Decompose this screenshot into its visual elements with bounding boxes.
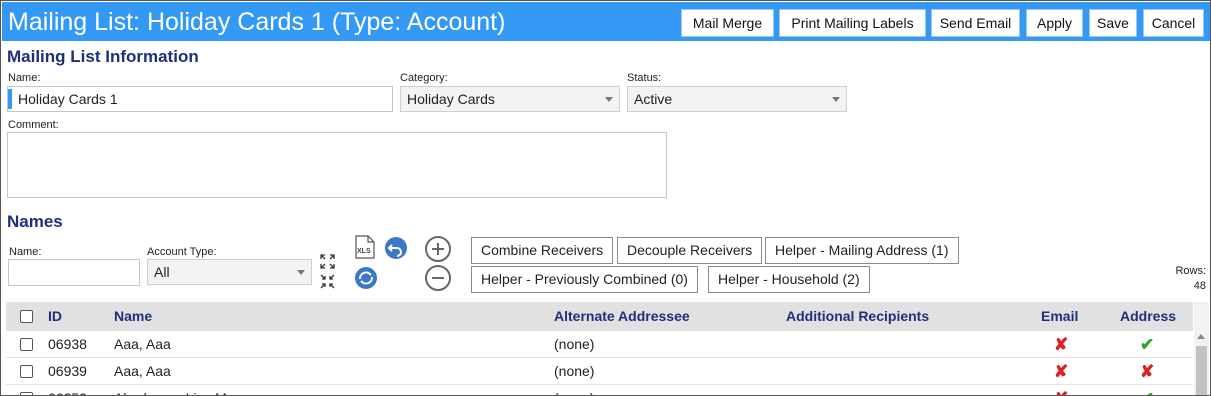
- names-heading: Names: [7, 212, 63, 231]
- mail-merge-button[interactable]: Mail Merge: [681, 9, 774, 37]
- row-checkbox[interactable]: [20, 365, 33, 378]
- column-header-name[interactable]: Name: [114, 302, 152, 331]
- table-row[interactable]: 06252 Abrahams, Lisa Mary (none) ✘ ✔: [6, 385, 1193, 395]
- row-id: 06938: [48, 336, 87, 352]
- column-header-additional-recipients[interactable]: Additional Recipients: [786, 302, 929, 331]
- cancel-button[interactable]: Cancel: [1143, 9, 1204, 37]
- expand-icon[interactable]: [320, 254, 335, 272]
- column-header-id[interactable]: ID: [48, 302, 62, 331]
- rows-label: Rows:: [1175, 265, 1206, 277]
- name-field-value: Holiday Cards 1: [18, 91, 118, 107]
- grid-header: ID Name Alternate Addressee Additional R…: [6, 302, 1193, 331]
- category-label: Category:: [400, 72, 448, 84]
- row-checkbox[interactable]: [20, 392, 33, 395]
- account-type-value: All: [154, 264, 170, 280]
- column-header-alternate-addressee[interactable]: Alternate Addressee: [554, 302, 690, 331]
- chevron-down-icon: [297, 270, 305, 275]
- refresh-icon[interactable]: [354, 266, 378, 293]
- rows-counter: Rows: 48: [1175, 264, 1206, 294]
- chevron-down-icon: [832, 97, 840, 102]
- title-bar: Mailing List: Holiday Cards 1 (Type: Acc…: [2, 2, 1210, 41]
- status-value: Active: [634, 91, 673, 107]
- helper-mailing-address-button[interactable]: Helper - Mailing Address (1): [765, 237, 959, 264]
- save-button[interactable]: Save: [1089, 9, 1137, 37]
- address-ok-icon: ✔: [1140, 335, 1155, 354]
- row-name: Abrahams, Lisa Mary: [114, 385, 246, 395]
- remove-circle-icon[interactable]: [424, 264, 452, 295]
- account-type-label: Account Type:: [147, 246, 217, 258]
- name-label: Name:: [8, 72, 41, 84]
- rows-count: 48: [1193, 280, 1206, 292]
- row-name: Aaa, Aaa: [114, 336, 171, 352]
- address-ok-icon: ✔: [1140, 385, 1154, 395]
- row-alternate: (none): [554, 385, 594, 395]
- row-alternate: (none): [554, 336, 595, 352]
- send-email-button[interactable]: Send Email: [931, 9, 1020, 37]
- category-select[interactable]: Holiday Cards: [400, 86, 620, 112]
- comment-textarea[interactable]: [7, 132, 667, 198]
- info-heading: Mailing List Information: [7, 47, 199, 66]
- row-id: 06939: [48, 363, 87, 379]
- comment-label: Comment:: [8, 119, 59, 131]
- row-alternate: (none): [554, 363, 595, 379]
- table-row[interactable]: 06938 Aaa, Aaa (none) ✘ ✔: [6, 331, 1193, 358]
- mailing-list-window: Mailing List: Holiday Cards 1 (Type: Acc…: [0, 0, 1211, 396]
- address-missing-icon: ✘: [1140, 362, 1155, 381]
- row-id: 06252: [48, 385, 87, 395]
- row-name: Aaa, Aaa: [114, 363, 171, 379]
- scroll-up-icon[interactable]: [1197, 334, 1205, 339]
- helper-previously-combined-button[interactable]: Helper - Previously Combined (0): [471, 266, 698, 293]
- status-select[interactable]: Active: [627, 86, 847, 112]
- collapse-icon[interactable]: [320, 274, 335, 292]
- scrollbar-thumb[interactable]: [1196, 346, 1207, 395]
- category-value: Holiday Cards: [407, 91, 495, 107]
- focus-accent: [8, 89, 12, 109]
- column-header-address[interactable]: Address: [1120, 302, 1176, 331]
- apply-button[interactable]: Apply: [1026, 9, 1083, 37]
- email-missing-icon: ✘: [1054, 385, 1068, 395]
- filter-name-input[interactable]: [8, 259, 140, 286]
- decouple-receivers-button[interactable]: Decouple Receivers: [617, 237, 763, 264]
- status-label: Status:: [627, 72, 662, 84]
- print-mailing-labels-button[interactable]: Print Mailing Labels: [779, 9, 926, 37]
- select-all-checkbox[interactable]: [20, 310, 33, 323]
- helper-household-button[interactable]: Helper - Household (2): [708, 266, 870, 293]
- chevron-down-icon: [605, 97, 613, 102]
- row-checkbox[interactable]: [20, 338, 33, 351]
- email-missing-icon: ✘: [1054, 362, 1069, 381]
- combine-receivers-button[interactable]: Combine Receivers: [471, 237, 614, 264]
- column-header-email[interactable]: Email: [1041, 302, 1078, 331]
- table-row[interactable]: 06939 Aaa, Aaa (none) ✘ ✘: [6, 358, 1193, 385]
- account-type-select[interactable]: All: [147, 259, 312, 285]
- excel-export-icon[interactable]: XLS: [355, 235, 375, 262]
- svg-text:XLS: XLS: [357, 248, 371, 255]
- undo-icon[interactable]: [384, 236, 408, 263]
- filter-name-label: Name:: [9, 246, 42, 258]
- add-circle-icon[interactable]: [424, 235, 452, 266]
- name-field[interactable]: Holiday Cards 1: [7, 86, 393, 112]
- window-title: Mailing List: Holiday Cards 1 (Type: Acc…: [8, 8, 506, 36]
- email-missing-icon: ✘: [1054, 335, 1069, 354]
